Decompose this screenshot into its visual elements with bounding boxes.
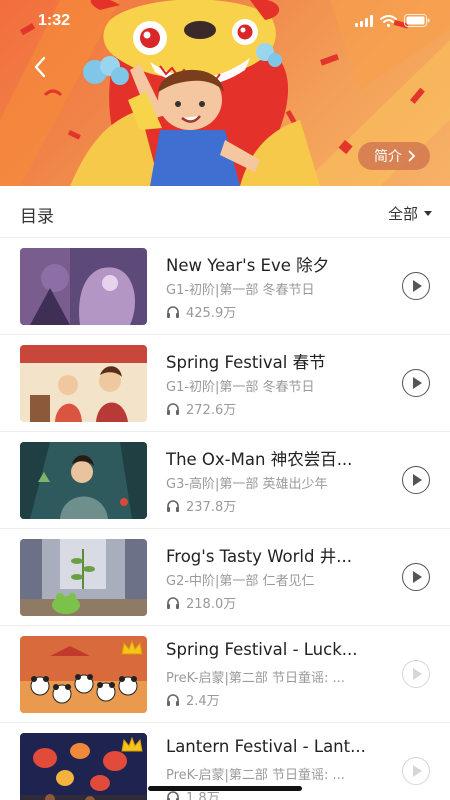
play-icon xyxy=(413,280,422,292)
chevron-right-icon xyxy=(408,150,416,162)
status-bar: 1:32 xyxy=(0,0,450,44)
list-item[interactable]: The Ox-Man 神农尝百... G3-高阶|第一部 英雄出少年 237.8… xyxy=(0,432,450,529)
toc-title: 目录 xyxy=(20,207,54,227)
episode-thumbnail xyxy=(20,733,147,800)
headphones-icon xyxy=(167,791,179,800)
episode-subtitle: G2-中阶|第一部 仁者见仁 xyxy=(166,574,315,589)
back-button[interactable] xyxy=(26,52,56,82)
play-count-value: 218.0万 xyxy=(186,597,237,612)
headphones-icon xyxy=(167,694,179,706)
play-count: 2.4万 xyxy=(166,690,220,709)
episode-subtitle: G1-初阶|第一部 冬春节日 xyxy=(166,380,315,395)
status-icons xyxy=(355,14,430,27)
play-icon xyxy=(413,765,422,777)
episode-thumbnail xyxy=(20,442,147,519)
headphones-icon xyxy=(167,597,179,609)
list-item[interactable]: Spring Festival 春节 G1-初阶|第一部 冬春节日 272.6万 xyxy=(0,335,450,432)
episode-title: Lantern Festival - Lant... xyxy=(166,737,366,756)
list-item[interactable]: New Year's Eve 除夕 G1-初阶|第一部 冬春节日 425.9万 xyxy=(0,238,450,335)
battery-icon xyxy=(404,14,430,27)
filter-dropdown[interactable]: 全部 xyxy=(388,203,432,224)
hero-banner: 1:32 简介 xyxy=(0,0,450,186)
episode-title: The Ox-Man 神农尝百... xyxy=(166,450,353,469)
headphones-icon xyxy=(167,306,179,318)
play-count: 218.0万 xyxy=(166,593,236,612)
play-count-value: 272.6万 xyxy=(186,403,237,418)
episode-subtitle: G3-高阶|第一部 英雄出少年 xyxy=(166,477,328,492)
play-icon xyxy=(413,377,422,389)
episode-title: Spring Festival 春节 xyxy=(166,353,326,372)
episode-title: Spring Festival - Luck... xyxy=(166,640,358,659)
play-count-value: 237.8万 xyxy=(186,500,237,515)
filter-label: 全部 xyxy=(387,205,418,223)
crown-icon xyxy=(121,640,143,655)
status-time: 1:32 xyxy=(38,12,71,29)
headphones-icon xyxy=(167,500,179,512)
episode-subtitle: PreK-启蒙|第二部 节日童谣: ... xyxy=(166,671,345,686)
headphones-icon xyxy=(167,403,179,415)
episode-thumbnail xyxy=(20,539,147,616)
episode-title: Frog's Tasty World 井... xyxy=(166,547,352,566)
play-button[interactable] xyxy=(402,272,430,300)
play-count-value: 425.9万 xyxy=(186,306,237,321)
list-item[interactable]: Frog's Tasty World 井... G2-中阶|第一部 仁者见仁 2… xyxy=(0,529,450,626)
episode-title: New Year's Eve 除夕 xyxy=(166,256,330,275)
crown-icon xyxy=(121,737,143,752)
caret-down-icon xyxy=(424,211,432,216)
episode-subtitle: G1-初阶|第一部 冬春节日 xyxy=(166,283,315,298)
play-icon xyxy=(413,571,422,583)
episode-thumbnail xyxy=(20,248,147,325)
chevron-left-icon xyxy=(34,56,46,78)
play-count: 237.8万 xyxy=(166,496,236,515)
play-button[interactable] xyxy=(402,369,430,397)
episode-subtitle: PreK-启蒙|第二部 节日童谣: ... xyxy=(166,768,345,783)
list-item[interactable]: Spring Festival - Luck... PreK-启蒙|第二部 节日… xyxy=(0,626,450,723)
play-count-value: 2.4万 xyxy=(186,694,220,709)
play-button[interactable] xyxy=(402,757,430,785)
intro-label: 简介 xyxy=(374,149,402,165)
home-indicator xyxy=(148,786,302,791)
play-button[interactable] xyxy=(402,466,430,494)
play-icon xyxy=(413,474,422,486)
play-count: 425.9万 xyxy=(166,302,236,321)
play-icon xyxy=(413,668,422,680)
wifi-icon xyxy=(380,15,397,27)
episode-thumbnail xyxy=(20,345,147,422)
intro-button[interactable]: 简介 xyxy=(358,142,430,170)
play-button[interactable] xyxy=(402,660,430,688)
episode-thumbnail xyxy=(20,636,147,713)
toc-header: 目录 全部 xyxy=(0,186,450,238)
play-count: 272.6万 xyxy=(166,399,236,418)
episode-list: New Year's Eve 除夕 G1-初阶|第一部 冬春节日 425.9万 xyxy=(0,238,450,800)
play-button[interactable] xyxy=(402,563,430,591)
cellular-signal-icon xyxy=(355,15,373,27)
